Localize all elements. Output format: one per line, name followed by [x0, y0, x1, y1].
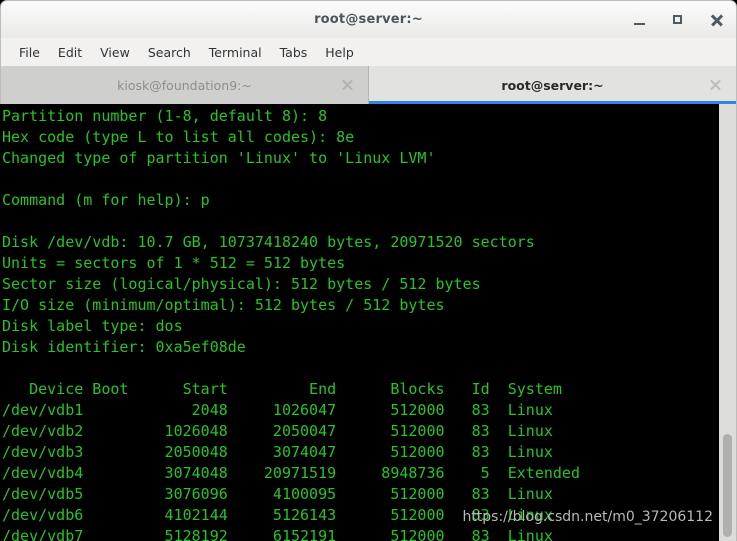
terminal-line: /dev/vdb2 1026048 2050047 512000 83 Linu… — [2, 422, 553, 440]
terminal-line: /dev/vdb7 5128192 6152191 512000 83 Linu… — [2, 527, 553, 541]
tab-root-server[interactable]: root@server:~ — [369, 66, 736, 104]
close-icon[interactable] — [709, 12, 726, 29]
menu-item-help[interactable]: Help — [316, 42, 363, 63]
menu-item-file[interactable]: File — [10, 42, 49, 63]
terminal-line: Units = sectors of 1 * 512 = 512 bytes — [2, 254, 346, 272]
menu-item-terminal[interactable]: Terminal — [200, 42, 271, 63]
terminal-line: Command (m for help): p — [2, 191, 210, 209]
minimize-icon[interactable] — [631, 12, 648, 29]
terminal-line: Disk identifier: 0xa5ef08de — [2, 338, 246, 356]
menu-item-search[interactable]: Search — [139, 42, 200, 63]
terminal-line: Device Boot Start End Blocks Id System — [2, 380, 562, 398]
tab-bar: kiosk@foundation9:~ root@server:~ — [0, 66, 737, 104]
terminal-line: /dev/vdb1 2048 1026047 512000 83 Linux — [2, 401, 553, 419]
title-bar: root@server:~ — [0, 0, 737, 38]
terminal-line: Disk label type: dos — [2, 317, 183, 335]
menu-item-tabs[interactable]: Tabs — [271, 42, 317, 63]
terminal-output[interactable]: Partition number (1-8, default 8): 8 Hex … — [0, 104, 719, 541]
terminal-window: root@server:~ File Edit View Search Term… — [0, 0, 737, 541]
terminal-line: /dev/vdb3 2050048 3074047 512000 83 Linu… — [2, 443, 553, 461]
terminal-line: Changed type of partition 'Linux' to 'Li… — [2, 149, 436, 167]
menu-bar: File Edit View Search Terminal Tabs Help — [0, 38, 737, 66]
tab-label: kiosk@foundation9:~ — [117, 77, 252, 93]
window-title: root@server:~ — [314, 12, 423, 27]
terminal-line: Hex code (type L to list all codes): 8e — [2, 128, 355, 146]
scrollbar-thumb[interactable] — [723, 434, 732, 537]
terminal-line: Disk /dev/vdb: 10.7 GB, 10737418240 byte… — [2, 233, 535, 251]
terminal-line: /dev/vdb5 3076096 4100095 512000 83 Linu… — [2, 485, 553, 503]
menu-item-edit[interactable]: Edit — [49, 42, 91, 63]
maximize-icon[interactable] — [670, 12, 687, 29]
terminal-line: I/O size (minimum/optimal): 512 bytes / … — [2, 296, 445, 314]
watermark-text: https://blog.csdn.net/m0_37206112 — [462, 509, 713, 525]
tab-close-icon[interactable] — [709, 79, 722, 92]
menu-item-view[interactable]: View — [91, 42, 139, 63]
window-controls — [631, 1, 726, 39]
terminal-line: /dev/vdb4 3074048 20971519 8948736 5 Ext… — [2, 464, 580, 482]
tab-kiosk-foundation9[interactable]: kiosk@foundation9:~ — [1, 66, 369, 104]
tab-close-icon[interactable] — [341, 79, 354, 92]
terminal-line: Sector size (logical/physical): 512 byte… — [2, 275, 481, 293]
terminal-area: Partition number (1-8, default 8): 8 Hex … — [0, 104, 737, 541]
terminal-line: Partition number (1-8, default 8): 8 — [2, 107, 328, 125]
terminal-scrollbar[interactable] — [719, 104, 737, 541]
tab-label: root@server:~ — [501, 77, 604, 93]
